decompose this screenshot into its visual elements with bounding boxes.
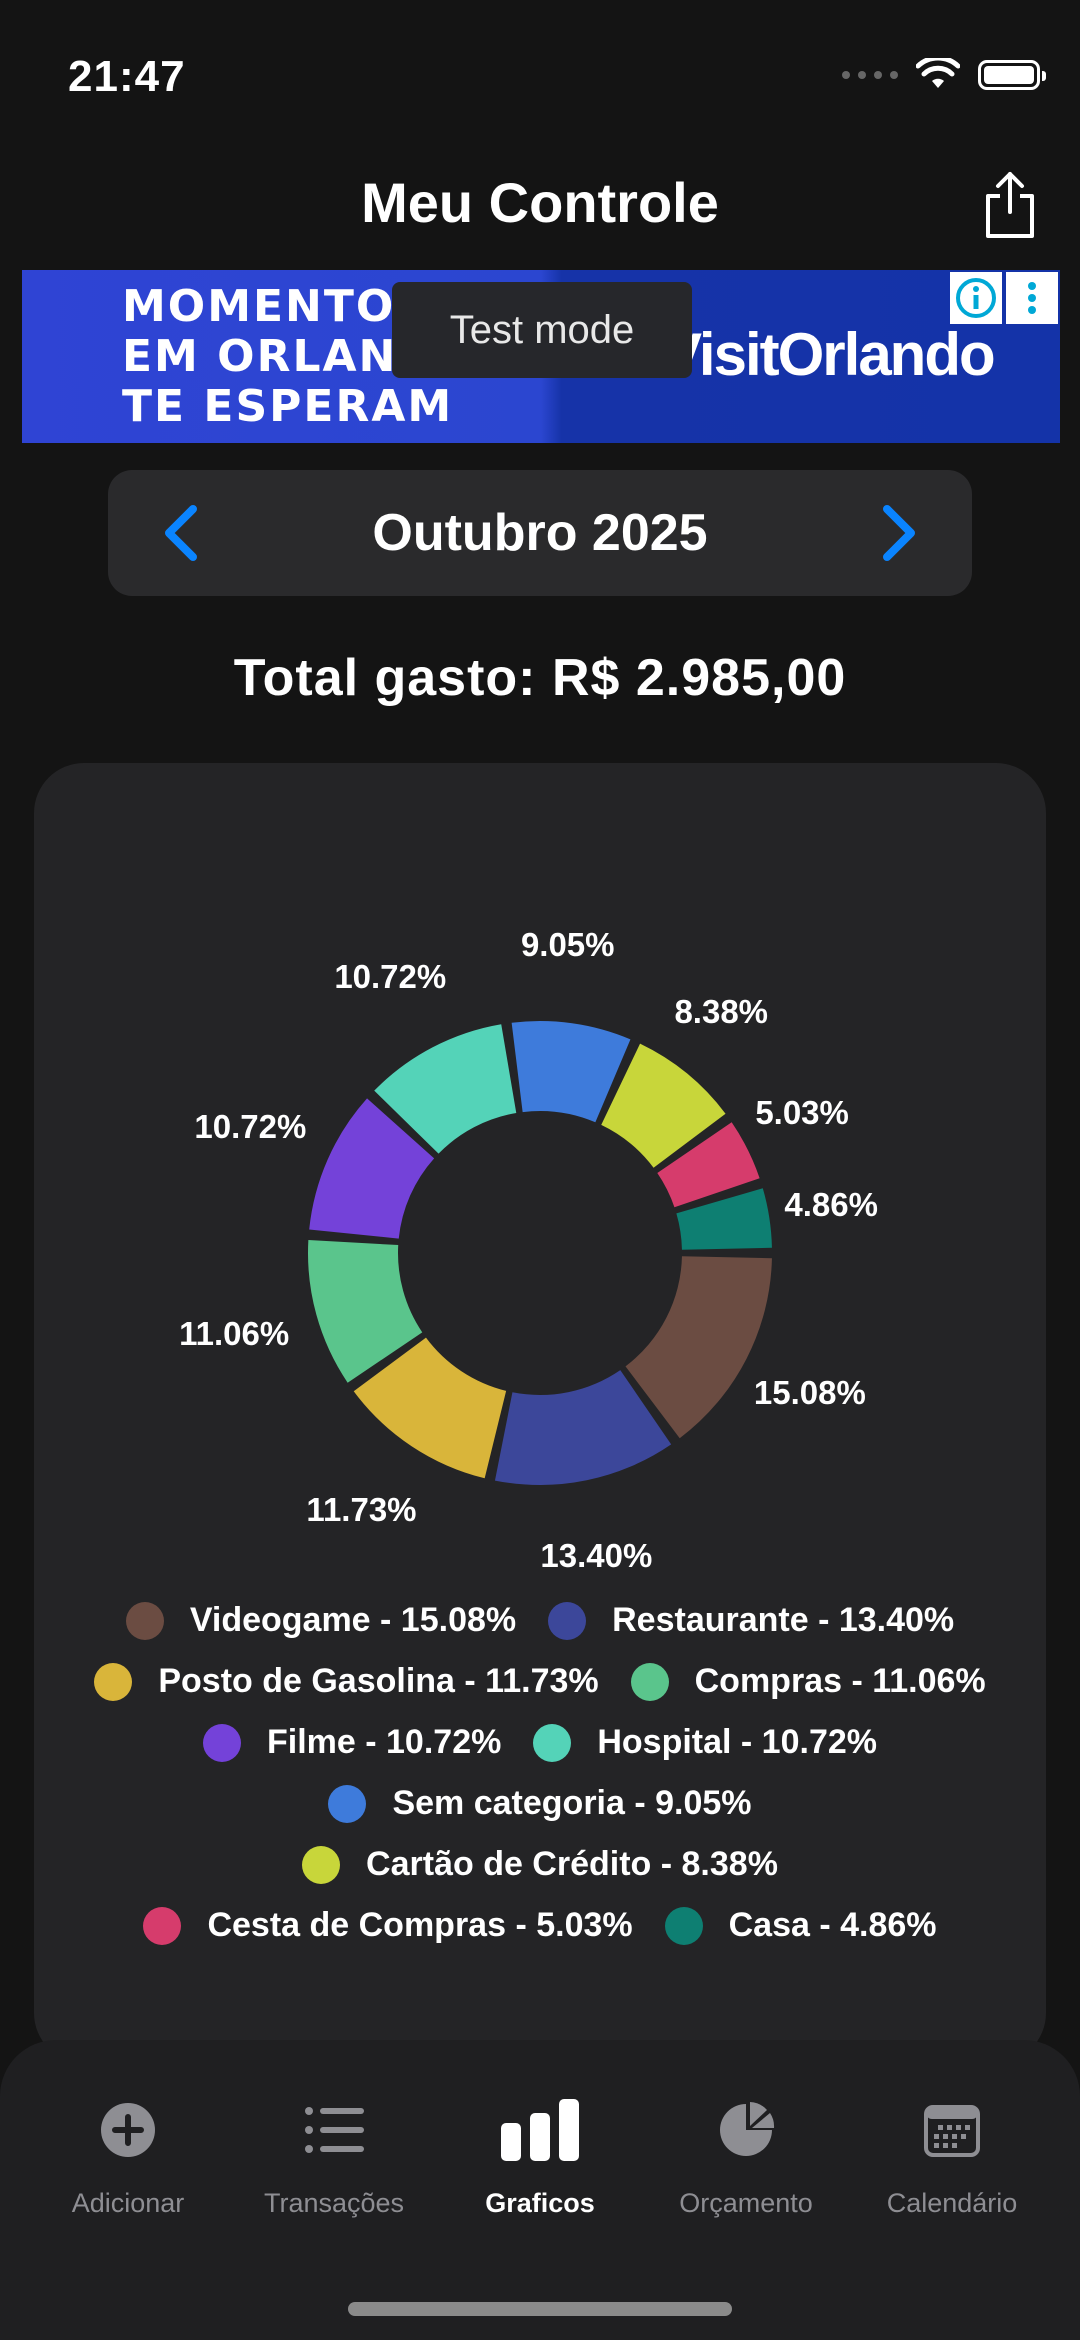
legend-label: Hospital - 10.72% [597,1723,877,1761]
plus-circle-icon [101,2103,155,2157]
legend-item: Videogame - 15.08% [125,1601,517,1640]
legend-label: Posto de Gasolina - 11.73% [158,1662,599,1700]
donut-chart [308,1020,772,1485]
legend-item: Hospital - 10.72% [533,1723,877,1762]
legend-label: Videogame - 15.08% [189,1601,517,1639]
chart-legend: Videogame - 15.08% Restaurante - 13.40% Po… [0,1590,1080,1956]
legend-label: Casa - 4.86% [728,1906,937,1944]
legend-label: Restaurante - 13.40% [612,1601,955,1639]
tab-transacoes[interactable]: Transações [234,2090,434,2219]
legend-color-dot [630,1662,669,1701]
tab-graficos[interactable]: Graficos [440,2090,640,2219]
tab-label: Orçamento [679,2188,813,2218]
tab-label: Graficos [485,2188,595,2218]
legend-row: Cesta de Compras - 5.03% Casa - 4.86% [0,1895,1080,1956]
legend-label: Cartão de Crédito - 8.38% [366,1845,778,1883]
legend-item: Cesta de Compras - 5.03% [143,1906,633,1945]
legend-color-dot [548,1601,587,1640]
tab-label: Calendário [886,2188,1018,2218]
tab-label: Adicionar [71,2188,185,2218]
slice-percent-label: 8.38% [674,993,769,1031]
legend-label: Cesta de Compras - 5.03% [207,1906,633,1944]
calendar-icon [924,2105,980,2157]
slice-percent-label: 11.73% [306,1491,417,1529]
slice-percent-label: 15.08% [753,1374,866,1412]
slice-percent-label: 10.72% [194,1107,307,1145]
legend-row: Filme - 10.72% Hospital - 10.72% [0,1712,1080,1773]
legend-color-dot [533,1723,572,1762]
legend-color-dot [143,1906,182,1945]
legend-label: Compras - 11.06% [694,1662,986,1700]
slice-percent-label: 11.06% [179,1315,290,1353]
slice-percent-label: 5.03% [755,1094,849,1132]
legend-item: Cartão de Crédito - 8.38% [302,1845,778,1884]
legend-color-dot [664,1906,703,1945]
legend-item: Filme - 10.72% [203,1723,501,1762]
tab-calendario[interactable]: Calendário [852,2090,1052,2219]
slice-percent-label: 9.05% [520,925,615,963]
legend-color-dot [125,1601,164,1640]
bar-chart-icon [501,2099,579,2161]
legend-item: Casa - 4.86% [664,1906,937,1945]
legend-item: Sem categoria - 9.05% [328,1784,752,1823]
tab-bar: Adicionar Transações Graficos Orçamento … [0,2040,1080,2340]
list-icon [305,2107,364,2153]
legend-label: Filme - 10.72% [267,1723,502,1761]
slice-percent-label: 13.40% [540,1536,653,1574]
legend-color-dot [94,1662,133,1701]
legend-item: Compras - 11.06% [630,1662,986,1701]
legend-row: Posto de Gasolina - 11.73% Compras - 11.0… [0,1651,1080,1712]
legend-color-dot [203,1723,241,1762]
tab-orcamento[interactable]: Orçamento [646,2090,846,2219]
tab-label: Transações [263,2188,405,2218]
legend-row: Cartão de Crédito - 8.38% [0,1834,1080,1895]
slice-percent-label: 10.72% [334,958,447,996]
pie-chart-icon [720,2102,775,2156]
tab-adicionar[interactable]: Adicionar [28,2090,228,2219]
legend-row: Sem categoria - 9.05% [0,1773,1080,1834]
home-indicator [348,2302,732,2316]
legend-color-dot [328,1784,367,1823]
legend-color-dot [302,1845,341,1884]
legend-label: Sem categoria - 9.05% [392,1784,752,1822]
legend-item: Posto de Gasolina - 11.73% [94,1662,599,1701]
slice-percent-label: 4.86% [784,1185,878,1223]
legend-row: Videogame - 15.08% Restaurante - 13.40% [0,1590,1080,1651]
legend-item: Restaurante - 13.40% [548,1601,954,1640]
